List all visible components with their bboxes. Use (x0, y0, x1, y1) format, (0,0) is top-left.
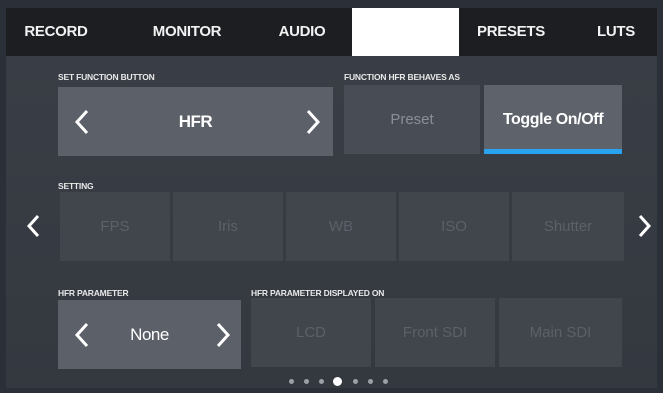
selected-indicator (484, 149, 622, 154)
chevron-right-icon[interactable] (634, 211, 654, 241)
page-dot[interactable] (319, 379, 324, 384)
tab-record[interactable]: RECORD (6, 8, 106, 56)
chevron-right-icon[interactable] (303, 108, 323, 136)
toggle-on-off-label: Toggle On/Off (502, 110, 604, 128)
setting-fps-button[interactable]: FPS (60, 192, 170, 261)
setting-shutter-button[interactable]: Shutter (512, 192, 624, 261)
setting-label: SETTING (58, 181, 94, 191)
preset-option-button[interactable]: Preset (344, 85, 480, 154)
tab-monitor[interactable]: MONITOR (122, 8, 252, 56)
tab-audio[interactable]: AUDIO (252, 8, 352, 56)
page-dot[interactable] (353, 379, 358, 384)
chevron-right-icon[interactable] (213, 321, 233, 349)
page-indicator (289, 377, 399, 387)
set-function-button-label: SET FUNCTION BUTTON (58, 72, 155, 82)
page-dot-current[interactable] (333, 377, 342, 386)
tab-active-blank[interactable] (352, 8, 459, 56)
function-button-selector: HFR (58, 87, 333, 156)
tab-bar: RECORD MONITOR AUDIO PRESETS LUTS (6, 8, 657, 56)
page-dot[interactable] (368, 379, 373, 384)
hfr-displayed-on-label: HFR PARAMETER DISPLAYED ON (251, 288, 385, 298)
function-button-value: HFR (178, 111, 213, 131)
tab-presets[interactable]: PRESETS (459, 8, 563, 56)
hfr-behaviour-label: FUNCTION HFR BEHAVES AS (344, 72, 460, 82)
display-front-sdi-button[interactable]: Front SDI (375, 298, 495, 367)
tab-luts[interactable]: LUTS (576, 8, 656, 56)
hfr-parameter-label: HFR PARAMETER (58, 288, 129, 298)
page-dot[interactable] (289, 379, 294, 384)
display-lcd-button[interactable]: LCD (251, 298, 371, 367)
display-main-sdi-button[interactable]: Main SDI (499, 298, 622, 367)
chevron-left-icon[interactable] (24, 211, 44, 241)
page-dot[interactable] (383, 379, 388, 384)
toggle-on-off-option-button[interactable]: Toggle On/Off (484, 85, 622, 154)
hfr-parameter-selector: None (58, 300, 241, 369)
setting-iris-button[interactable]: Iris (173, 192, 283, 261)
setting-wb-button[interactable]: WB (286, 192, 396, 261)
setting-iso-button[interactable]: ISO (399, 192, 509, 261)
page-dot[interactable] (304, 379, 309, 384)
camera-settings-screen: RECORD MONITOR AUDIO PRESETS LUTS SET FU… (6, 8, 657, 388)
